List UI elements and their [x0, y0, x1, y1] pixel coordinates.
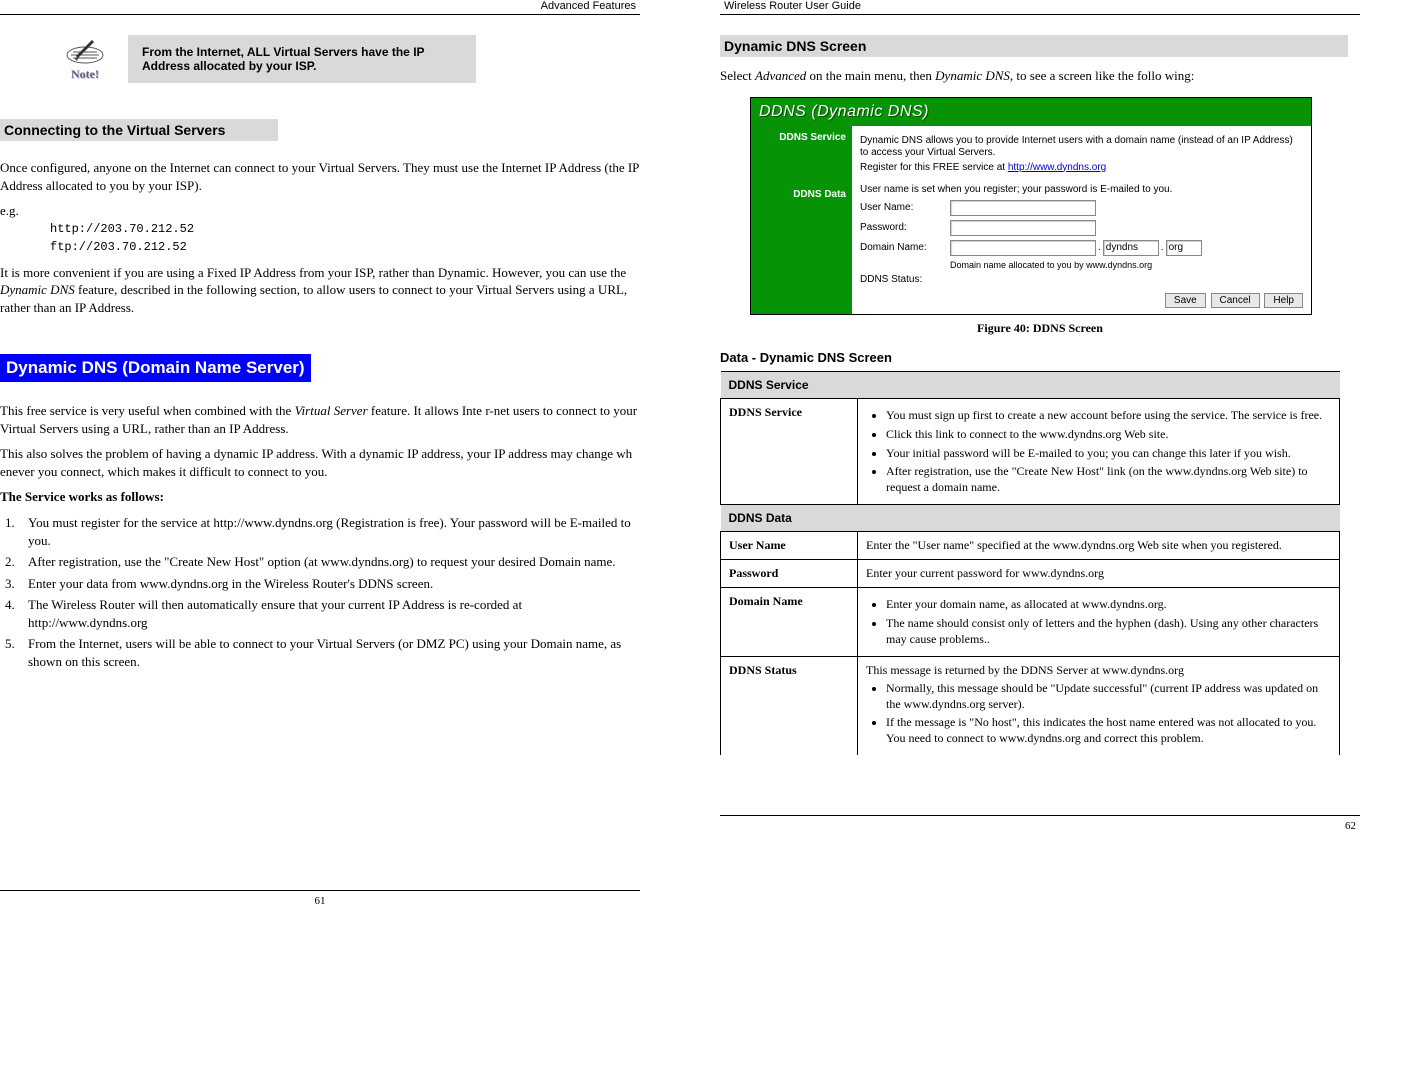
service-steps-list: You must register for the service at htt… [0, 514, 640, 670]
fig-row-status: DDNS Status: [860, 274, 1303, 285]
list-item: Click this link to connect to the www.dy… [886, 427, 1331, 443]
list-item: The Wireless Router will then automatica… [18, 596, 640, 631]
fig-title: DDNS (Dynamic DNS) [751, 98, 1311, 126]
password-input[interactable] [950, 220, 1096, 236]
running-header-left: Advanced Features [0, 0, 640, 15]
domain-input-3[interactable]: org [1166, 240, 1202, 256]
list-item: The name should consist only of letters … [886, 616, 1331, 647]
example-url-http: http://203.70.212.52 [50, 220, 640, 238]
table-row: User Name Enter the "User name" specifie… [721, 532, 1340, 560]
fig-row-domain: Domain Name: . dyndns . org [860, 240, 1303, 256]
table-row: DDNS Service You must sign up first to c… [721, 399, 1340, 505]
ddns-data-table: DDNS Service DDNS Service You must sign … [720, 371, 1340, 755]
fig-button-row: Save Cancel Help [860, 289, 1303, 308]
list-item: Your initial password will be E-mailed t… [886, 446, 1331, 462]
page-left: Advanced Features Note! From the Interne… [0, 0, 640, 907]
table-section: DDNS Data [721, 505, 1340, 532]
username-input[interactable] [950, 200, 1096, 216]
fig-side-label: DDNS Data [751, 189, 846, 200]
note-icon: Note! [60, 37, 110, 82]
list-item: You must register for the service at htt… [18, 514, 640, 549]
note-box: Note! From the Internet, ALL Virtual Ser… [60, 35, 640, 83]
eg-label: e.g. [0, 202, 640, 220]
para-service-works: The Service works as follows: [0, 488, 640, 506]
list-item: Normally, this message should be "Update… [886, 681, 1331, 712]
help-button[interactable]: Help [1264, 293, 1303, 308]
ddns-figure: DDNS (Dynamic DNS) DDNS Service DDNS Dat… [750, 97, 1360, 316]
fig-register: Register for this FREE service at http:/… [860, 162, 1303, 174]
figure-caption: Figure 40: DDNS Screen [720, 321, 1360, 336]
page-number-right: 62 [720, 815, 1360, 832]
table-row: DDNS Status This message is returned by … [721, 657, 1340, 756]
heading-ddns-screen: Dynamic DNS Screen [720, 35, 1348, 57]
fig-row-password: Password: [860, 220, 1303, 236]
fig-content: Dynamic DNS allows you to provide Intern… [852, 126, 1311, 315]
list-item: Enter your domain name, as allocated at … [886, 597, 1331, 613]
note-label: Note! [60, 67, 110, 82]
table-row: Password Enter your current password for… [721, 560, 1340, 588]
heading-dynamic-dns: Dynamic DNS (Domain Name Server) [0, 354, 311, 382]
para-ddns-intro: This free service is very useful when co… [0, 402, 640, 437]
list-item: After registration, use the "Create New … [886, 464, 1331, 495]
list-item: Enter your data from www.dyndns.org in t… [18, 575, 640, 593]
fig-note: User name is set when you register; your… [860, 184, 1303, 196]
para-ddns-problem: This also solves the problem of having a… [0, 445, 640, 480]
fig-row-username: User Name: [860, 200, 1303, 216]
fig-sidebar: DDNS Service DDNS Data [751, 126, 852, 315]
para-fixed-ip: It is more convenient if you are using a… [0, 264, 640, 317]
heading-connecting: Connecting to the Virtual Servers [0, 119, 278, 141]
list-item: From the Internet, users will be able to… [18, 635, 640, 670]
list-item: If the message is "No host", this indica… [886, 715, 1331, 746]
running-header-right: Wireless Router User Guide [720, 0, 1360, 15]
list-item: You must sign up first to create a new a… [886, 408, 1331, 424]
para-connect-desc: Once configured, anyone on the Internet … [0, 159, 640, 194]
cancel-button[interactable]: Cancel [1211, 293, 1260, 308]
save-button[interactable]: Save [1165, 293, 1206, 308]
para-select-advanced: Select Advanced on the main menu, then D… [720, 67, 1360, 85]
page-right: Wireless Router User Guide Dynamic DNS S… [720, 0, 1360, 907]
heading-data-ddns: Data - Dynamic DNS Screen [720, 350, 1360, 365]
table-row: Domain Name Enter your domain name, as a… [721, 588, 1340, 657]
page-number-left: 61 [0, 890, 640, 907]
domain-input-2[interactable]: dyndns [1103, 240, 1159, 256]
fig-desc: Dynamic DNS allows you to provide Intern… [860, 135, 1303, 159]
example-url-ftp: ftp://203.70.212.52 [50, 238, 640, 256]
fig-domain-note: Domain name allocated to you by www.dynd… [950, 260, 1303, 271]
domain-input-1[interactable] [950, 240, 1096, 256]
note-text: From the Internet, ALL Virtual Servers h… [128, 35, 476, 83]
list-item: After registration, use the "Create New … [18, 553, 640, 571]
table-section: DDNS Service [721, 372, 1340, 399]
dyndns-link[interactable]: http://www.dyndns.org [1008, 162, 1106, 173]
fig-side-label: DDNS Service [751, 132, 846, 143]
